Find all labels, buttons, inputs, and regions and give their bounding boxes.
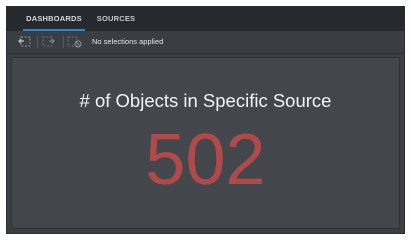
toolbar-divider	[63, 36, 64, 48]
tab-dashboards[interactable]: DASHBOARDS	[23, 7, 85, 31]
kpi-title: # of Objects in Specific Source	[79, 90, 332, 111]
tab-bar: DASHBOARDS SOURCES	[7, 7, 404, 31]
selections-toolbar: No selections applied	[7, 31, 404, 54]
selection-status-text: No selections applied	[92, 37, 164, 46]
kpi-value: 502	[145, 120, 266, 200]
selection-forward-icon[interactable]	[41, 35, 57, 49]
toolbar-divider	[37, 36, 38, 48]
tab-sources[interactable]: SOURCES	[93, 7, 139, 31]
kpi-panel[interactable]: # of Objects in Specific Source 502	[11, 57, 400, 229]
clear-selections-icon[interactable]	[67, 35, 83, 49]
selection-back-icon[interactable]	[17, 35, 33, 49]
app-window: DASHBOARDS SOURCES No selections applied	[6, 6, 405, 234]
